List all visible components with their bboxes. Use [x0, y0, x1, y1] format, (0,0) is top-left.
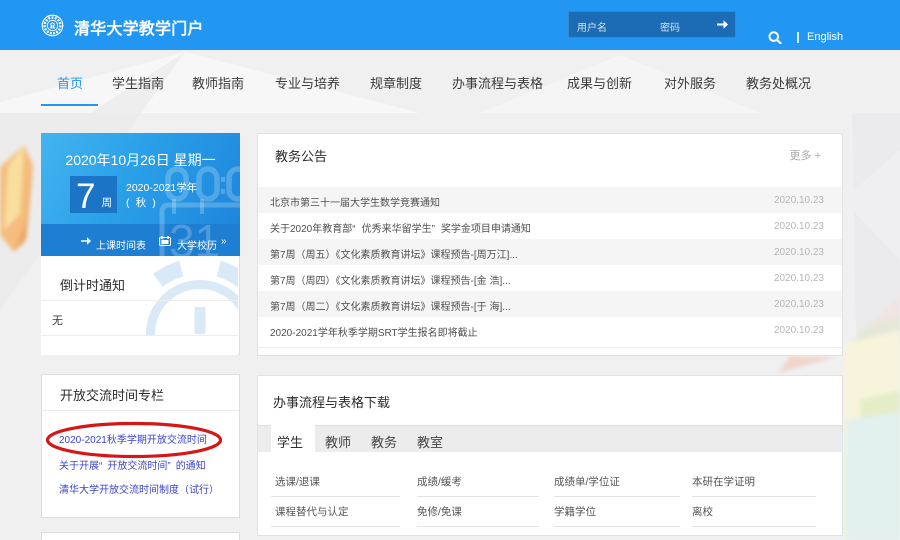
svg-text:31: 31 — [169, 215, 220, 256]
